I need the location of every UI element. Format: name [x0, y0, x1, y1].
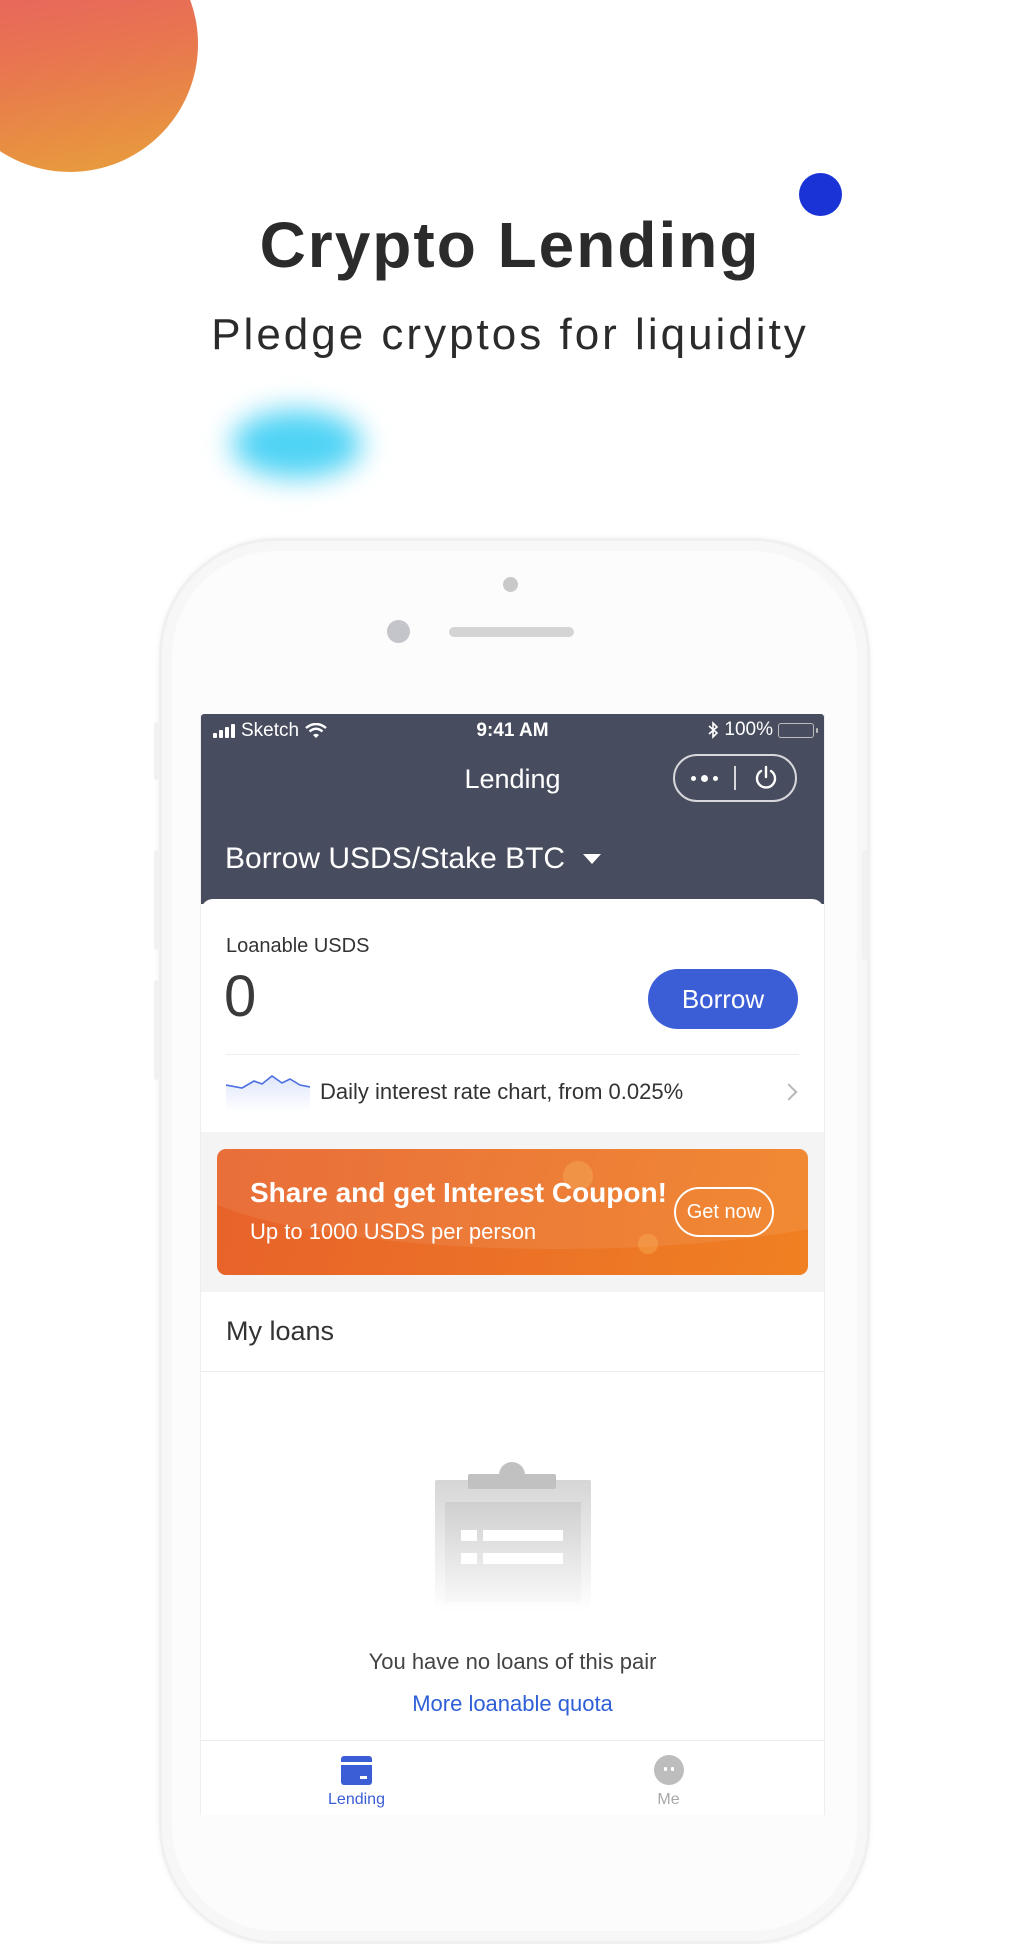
face-icon	[653, 1755, 684, 1785]
divider	[226, 1054, 799, 1055]
sparkline-icon	[226, 1074, 310, 1112]
promo-title: Share and get Interest Coupon!	[250, 1177, 667, 1208]
app-screen: Sketch 9:41 AM 100% Lending Borrow USDS/…	[200, 714, 825, 1815]
get-now-button[interactable]: Get now	[674, 1187, 774, 1237]
caret-down-icon	[583, 854, 602, 864]
promo-decoration-dot	[638, 1234, 658, 1254]
battery-icon	[778, 722, 818, 738]
loanable-amount: 0	[224, 964, 257, 1029]
interest-rate-text: Daily interest rate chart, from 0.025%	[320, 1078, 684, 1104]
promo-banner[interactable]: Share and get Interest Coupon! Up to 100…	[217, 1149, 808, 1275]
decorative-cyan-blur	[232, 410, 362, 478]
phone-volume-up-button	[154, 850, 160, 950]
phone-power-side-button	[862, 850, 868, 960]
more-loanable-quota-link[interactable]: More loanable quota	[201, 1691, 824, 1717]
hero-subtitle: Pledge cryptos for liquidity	[211, 310, 809, 359]
empty-clipboard-icon	[435, 1462, 591, 1612]
tab-me[interactable]: Me	[513, 1741, 824, 1815]
loanable-card: Loanable USDS 0 Borrow Daily interest ra…	[201, 899, 824, 1124]
borrow-button[interactable]: Borrow	[648, 969, 798, 1029]
interest-rate-chart-link[interactable]: Daily interest rate chart, from 0.025%	[226, 1064, 799, 1119]
bluetooth-icon	[708, 721, 719, 739]
mini-program-capsule	[673, 754, 797, 802]
close-button[interactable]	[736, 756, 795, 800]
chevron-right-icon	[780, 1083, 798, 1100]
loanable-label: Loanable USDS	[226, 935, 370, 957]
phone-front-camera	[387, 620, 410, 643]
hero-title: Crypto Lending	[259, 209, 761, 281]
my-loans-title: My loans	[226, 1316, 335, 1346]
status-bar: Sketch 9:41 AM 100%	[201, 714, 824, 744]
tab-lending[interactable]: Lending	[201, 1741, 512, 1815]
tab-label: Lending	[328, 1791, 385, 1808]
tab-label: Me	[657, 1791, 680, 1808]
battery-percent: 100%	[724, 719, 773, 740]
phone-speaker	[449, 627, 574, 637]
phone-sensor	[503, 577, 518, 592]
phone-side-button	[154, 722, 160, 780]
power-icon	[755, 765, 776, 789]
more-button[interactable]	[675, 756, 734, 800]
card-icon	[341, 1756, 372, 1785]
pair-selector-value: Borrow USDS/Stake BTC	[225, 842, 566, 875]
promo-subtitle: Up to 1000 USDS per person	[250, 1219, 537, 1244]
my-loans-header: My loans	[201, 1292, 824, 1372]
tab-bar: Lending Me	[201, 1740, 824, 1815]
decorative-orange-circle	[0, 0, 198, 172]
more-dots-icon	[691, 774, 718, 782]
app-header: Sketch 9:41 AM 100% Lending Borrow USDS/…	[201, 714, 824, 904]
phone-volume-down-button	[154, 980, 160, 1080]
pair-selector[interactable]: Borrow USDS/Stake BTC	[225, 842, 602, 876]
empty-state-text: You have no loans of this pair	[368, 1649, 657, 1674]
